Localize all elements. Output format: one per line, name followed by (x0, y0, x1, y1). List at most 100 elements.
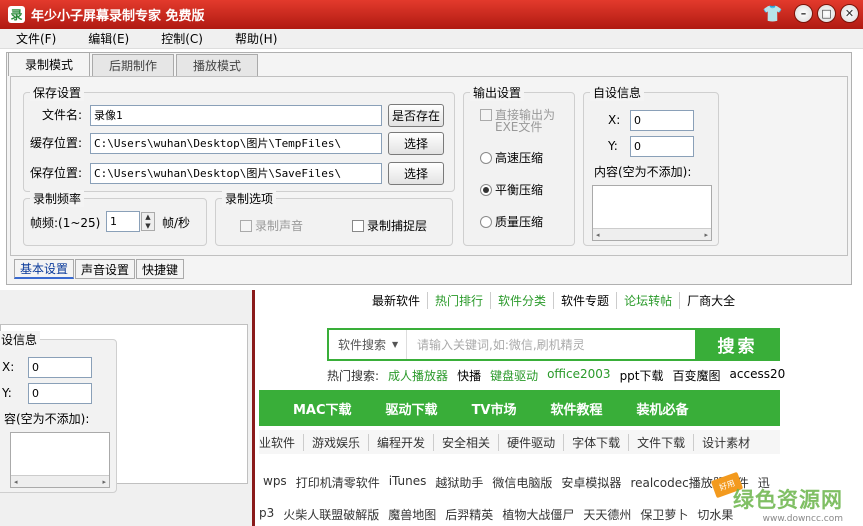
hot-searches: 热门搜索: 成人播放器 快播 键盘驱动 office2003 ppt下载 百变魔… (327, 367, 794, 384)
balance-radio[interactable]: 平衡压缩 (480, 181, 543, 198)
link-vendors[interactable]: 厂商大全 (680, 292, 742, 309)
bg-x-input[interactable]: 0 (28, 357, 92, 378)
filename-input[interactable]: 录像1 (90, 105, 382, 126)
bg-x-label: X: (2, 360, 15, 374)
hot-item[interactable]: 快播 (457, 367, 481, 384)
frame-rate-stepper[interactable]: ▲ ▼ (141, 212, 155, 231)
record-mode-content: 保存设置 文件名: 录像1 是否存在 缓存位置: C:\Users\wuhan\… (10, 76, 848, 256)
window-title: 年少小子屏幕录制专家 免费版 (31, 9, 205, 24)
y-input[interactable]: 0 (630, 136, 694, 157)
search-category-select[interactable]: 软件搜索 ▼ (329, 330, 407, 359)
tag-link[interactable]: 火柴人联盟破解版 (283, 506, 379, 523)
category-link[interactable]: 设计素材 (694, 434, 758, 451)
watermark-url: www.downcc.com (762, 514, 843, 524)
minimize-button[interactable]: – (794, 4, 813, 23)
background-content: 设信息 X: 0 Y: 0 容(空为不添加): ◂ ▸ (0, 324, 248, 493)
tab-basic-settings[interactable]: 基本设置 (14, 259, 75, 279)
save-location-input[interactable]: C:\Users\wuhan\Desktop\图片\SaveFiles\ (90, 163, 382, 184)
link-topics[interactable]: 软件专题 (554, 292, 618, 309)
frame-rate-range-label: 帧频:(1~25) (30, 216, 101, 230)
x-input[interactable]: 0 (630, 110, 694, 131)
hot-item[interactable]: access20 (730, 367, 786, 384)
watermark-text: 绿色资源网 (733, 488, 843, 512)
x-label: X: (608, 113, 621, 127)
hot-item[interactable]: 成人播放器 (388, 367, 448, 384)
category-link[interactable]: 业软件 (259, 433, 305, 451)
menu-file[interactable]: 文件(F) (0, 30, 72, 47)
category-link[interactable]: 编程开发 (369, 433, 435, 451)
site-tags-row2: p3 火柴人联盟破解版 魔兽地图 后羿精英 植物大战僵尸 天天德州 保卫萝卜 切… (259, 506, 742, 523)
category-link[interactable]: 文件下载 (629, 433, 695, 451)
title-bar: 录 年少小子屏幕录制专家 免费版 👕 – □ ✕ (0, 0, 863, 29)
tag-link[interactable]: 切水果 (697, 506, 733, 523)
save-settings-group: 保存设置 文件名: 录像1 是否存在 缓存位置: C:\Users\wuhan\… (23, 84, 455, 192)
category-link[interactable]: 游戏娱乐 (304, 433, 370, 451)
category-link[interactable]: 硬件驱动 (499, 433, 565, 451)
tag-link[interactable]: 天天德州 (583, 506, 631, 523)
bg-y-input[interactable]: 0 (28, 383, 92, 404)
bg-content-textarea[interactable]: ◂ ▸ (10, 432, 110, 488)
nav-tutorial[interactable]: 软件教程 (551, 399, 603, 418)
quality-radio[interactable]: 质量压缩 (480, 213, 543, 230)
check-exists-button[interactable]: 是否存在 (388, 104, 444, 127)
hot-item[interactable]: 键盘驱动 (490, 367, 538, 384)
hot-item[interactable]: 百变魔图 (673, 367, 721, 384)
link-category[interactable]: 软件分类 (491, 292, 555, 309)
maximize-button[interactable]: □ (817, 4, 836, 23)
content-scrollbar[interactable]: ◂ ▸ (593, 228, 711, 240)
site-search-input[interactable]: 请输入关键词,如:微信,刷机精灵 (407, 336, 585, 353)
tag-link[interactable]: p3 (259, 506, 274, 523)
tag-link[interactable]: 微信电脑版 (492, 474, 552, 491)
y-label: Y: (608, 139, 618, 153)
tab-post-production[interactable]: 后期制作 (92, 54, 175, 76)
save-select-button[interactable]: 选择 (388, 162, 444, 185)
content-label: 内容(空为不添加): (594, 165, 692, 179)
menu-edit[interactable]: 编辑(E) (72, 30, 145, 47)
tab-play-mode[interactable]: 播放模式 (176, 54, 259, 76)
link-forum[interactable]: 论坛转帖 (617, 292, 681, 309)
record-layers-checkbox[interactable]: 录制捕捉层 (352, 217, 427, 234)
hot-item[interactable]: ppt下载 (620, 367, 664, 384)
record-options-label: 录制选项 (222, 190, 277, 207)
bg-content-label: 容(空为不添加): (4, 412, 90, 426)
frame-rate-input[interactable]: 1 (106, 211, 140, 232)
site-top-links: 最新软件 热门排行 软件分类 软件专题 论坛转帖 厂商大全 (365, 292, 742, 309)
tab-sound-settings[interactable]: 声音设置 (75, 259, 136, 279)
nav-tv[interactable]: TV市场 (472, 399, 517, 418)
cache-location-label: 缓存位置: (30, 136, 83, 150)
record-sound-checkbox[interactable]: 录制声音 (240, 217, 303, 234)
cache-select-button[interactable]: 选择 (388, 132, 444, 155)
tag-link[interactable]: 保卫萝卜 (640, 506, 688, 523)
tag-link[interactable]: 后羿精英 (445, 506, 493, 523)
bg-content-scrollbar[interactable]: ◂ ▸ (11, 475, 109, 487)
tab-hotkeys[interactable]: 快捷键 (136, 259, 185, 279)
tag-link[interactable]: 安卓模拟器 (561, 474, 621, 491)
tag-link[interactable]: 魔兽地图 (388, 506, 436, 523)
custom-info-label: 自设信息 (590, 84, 645, 101)
tag-link[interactable]: wps (263, 474, 287, 491)
tag-link[interactable]: 越狱助手 (435, 474, 483, 491)
menu-control[interactable]: 控制(C) (145, 30, 219, 47)
category-link[interactable]: 安全相关 (434, 433, 500, 451)
tag-link[interactable]: 植物大战僵尸 (502, 506, 574, 523)
content-textarea[interactable]: ◂ ▸ (592, 185, 712, 241)
skin-icon[interactable]: 👕 (763, 4, 783, 23)
tag-link[interactable]: iTunes (389, 474, 427, 491)
site-green-nav: MAC下载 驱动下载 TV市场 软件教程 装机必备 (259, 390, 780, 426)
nav-essentials[interactable]: 装机必备 (637, 399, 689, 418)
close-button[interactable]: ✕ (840, 4, 859, 23)
link-hot-rank[interactable]: 热门排行 (428, 292, 492, 309)
nav-mac[interactable]: MAC下载 (293, 399, 352, 418)
tab-record-mode[interactable]: 录制模式 (8, 52, 91, 76)
category-link[interactable]: 字体下载 (564, 433, 630, 451)
link-latest[interactable]: 最新软件 (365, 292, 429, 309)
direct-exe-checkbox[interactable]: 直接输出为EXE文件 (480, 109, 570, 133)
nav-driver[interactable]: 驱动下载 (386, 399, 438, 418)
cache-location-input[interactable]: C:\Users\wuhan\Desktop\图片\TempFiles\ (90, 133, 382, 154)
hot-item[interactable]: office2003 (547, 367, 610, 384)
site-search-button[interactable]: 搜索 (695, 328, 780, 361)
menu-help[interactable]: 帮助(H) (219, 30, 293, 47)
site-category-bar: 业软件 游戏娱乐 编程开发 安全相关 硬件驱动 字体下载 文件下载 设计素材 (259, 430, 780, 454)
high-speed-radio[interactable]: 高速压缩 (480, 149, 543, 166)
tag-link[interactable]: 打印机清零软件 (296, 474, 380, 491)
